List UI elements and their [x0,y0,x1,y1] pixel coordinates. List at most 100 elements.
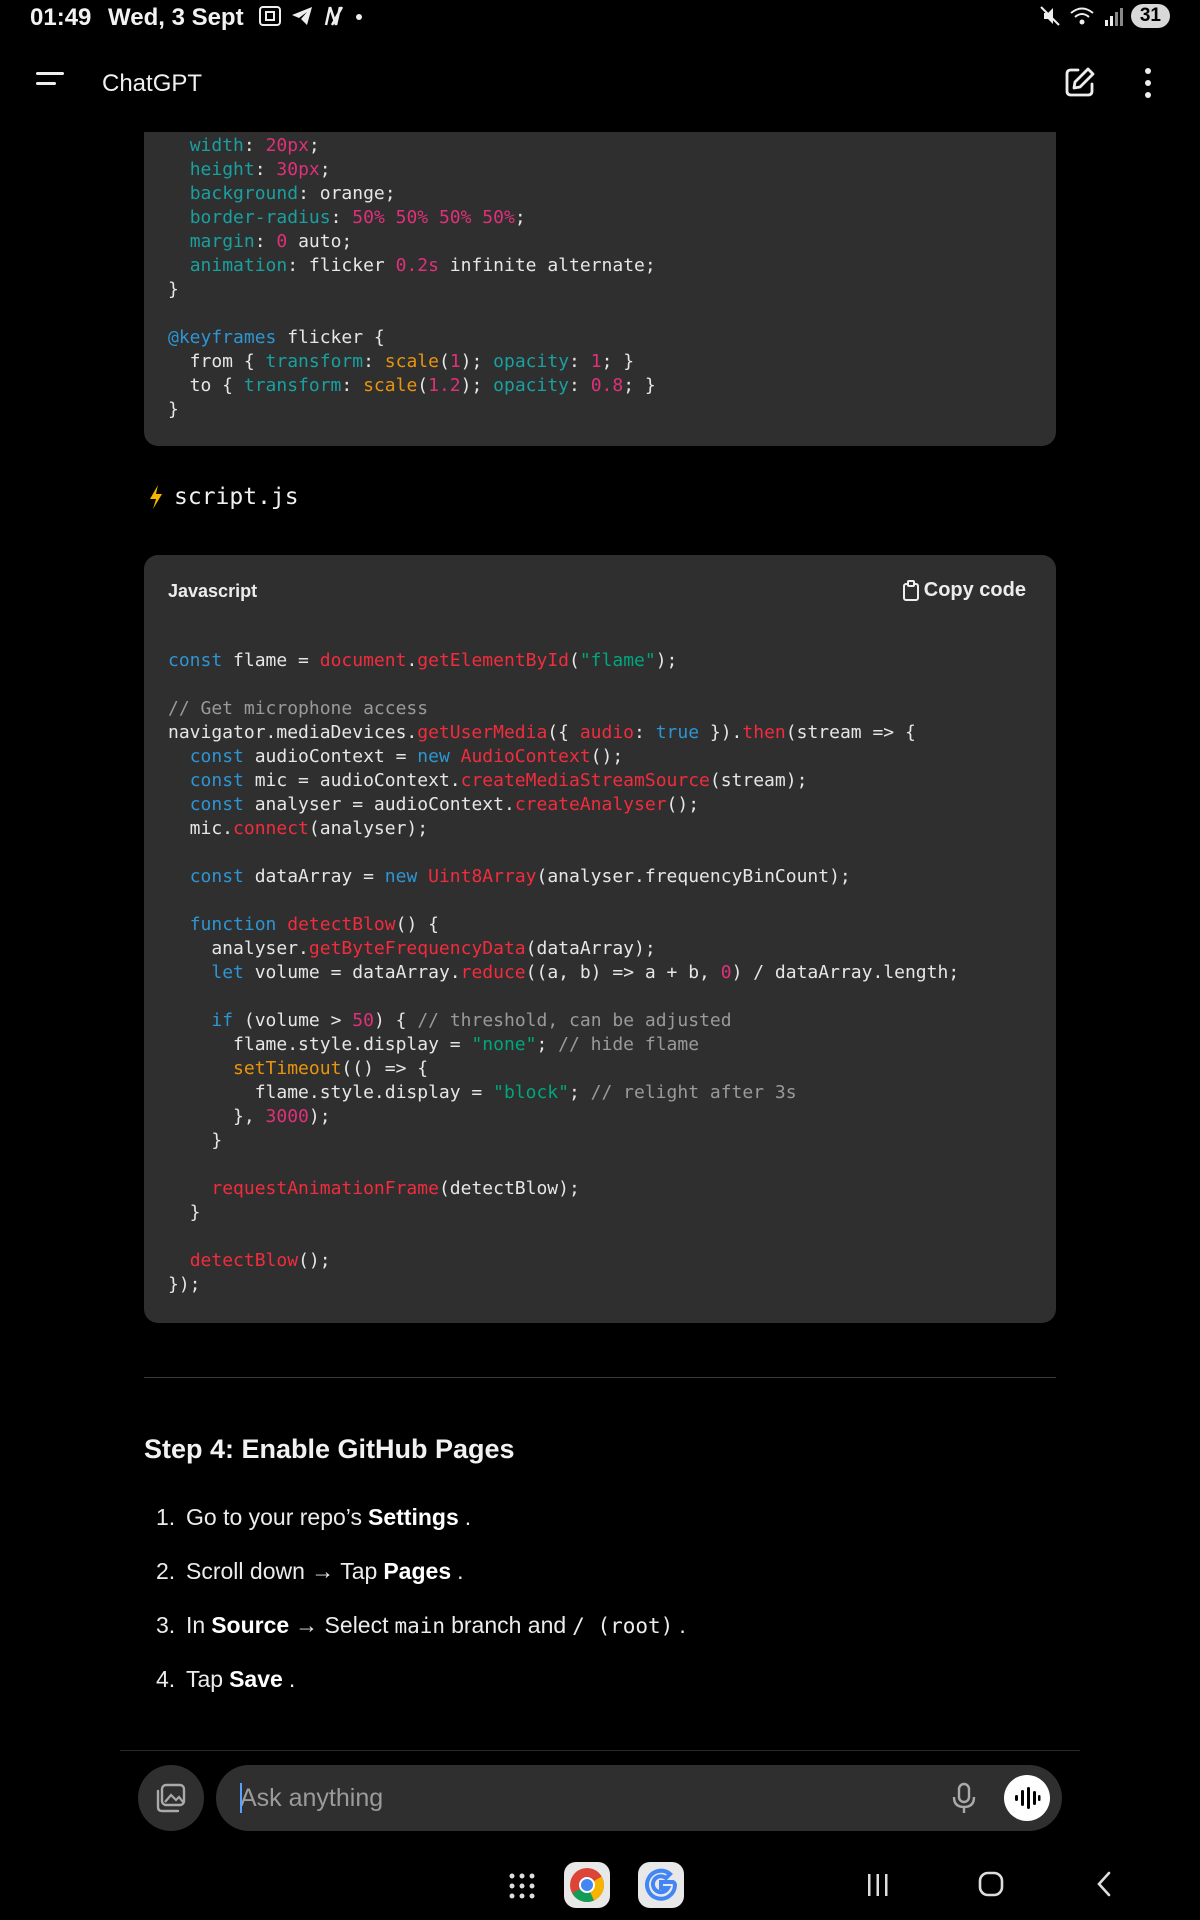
step-heading: Step 4: Enable GitHub Pages [144,1434,515,1464]
code-token: // threshold, can be adjusted [417,1010,732,1031]
code-token: mic = audioContext. [243,770,461,791]
message-composer[interactable] [216,1765,1062,1831]
code-token: ); [460,351,494,372]
code-token: border-radius [189,207,331,228]
text-cursor [240,1783,242,1813]
code-token: (); [666,794,700,815]
code-token: dataArray = [243,866,385,887]
code-token: flame.style.display = [168,1082,494,1103]
attach-image-button[interactable] [138,1765,204,1831]
code-token: analyser = audioContext. [243,794,515,815]
code-token: @keyframes [168,327,277,348]
mic-icon[interactable] [946,1780,982,1816]
code-token: animation [189,255,288,276]
code-token: : orange; [298,183,396,204]
code-token: . [406,650,418,671]
code-token: (detectBlow); [438,1178,580,1199]
code-token: 1.2 [428,375,461,396]
code-token: to { [168,375,244,396]
item-text: Tap [186,1666,224,1692]
code-token: AudioContext [460,746,591,767]
screenshot-icon [259,6,281,26]
app-n-icon [324,6,344,26]
code-token: }, [168,1106,266,1127]
code-token: 30px [276,159,320,180]
code-token: (analyser); [308,818,429,839]
code-token: const [168,650,223,671]
navigation-bar [0,1848,1200,1920]
signal-icon [1104,8,1123,26]
menu-icon[interactable] [36,70,66,96]
item-text: In [186,1612,206,1638]
recents-icon[interactable] [865,1872,891,1898]
battery-indicator: 31 [1130,4,1170,28]
code-token: const [189,794,244,815]
steps-list: 1. Go to your repo’s Settings . 2. Scrol… [156,1504,686,1720]
code-token: getElementById [417,650,569,671]
code-token: } [168,399,179,420]
code-token: "none" [471,1034,537,1055]
voice-mode-icon [1015,1787,1041,1809]
copy-code-button[interactable]: Copy code [902,579,1026,602]
code-token: new [417,746,450,767]
file-name: script.js [174,484,299,510]
code-token: // Get microphone access [168,698,429,719]
list-number: 2. [156,1558,176,1584]
new-chat-icon[interactable] [1063,65,1097,99]
code-token: audio [579,722,634,743]
file-heading: script.js [148,484,299,510]
apps-grid-icon[interactable] [508,1872,536,1900]
code-token: ; [536,1034,559,1055]
code-token: const [189,866,244,887]
google-app-button[interactable] [638,1862,684,1908]
back-icon[interactable] [1094,1870,1114,1898]
item-bold: Pages [383,1558,452,1584]
code-token: then [742,722,786,743]
code-token: 1 [449,351,461,372]
code-token: document [319,650,407,671]
message-input[interactable] [240,1777,880,1819]
code-token: ; [308,135,320,156]
code-token: 3000 [265,1106,309,1127]
code-token: scale [384,351,439,372]
code-token: flicker { [276,327,385,348]
code-token: ); [460,375,494,396]
code-token: } [168,1130,223,1151]
code-token: 0 [720,962,732,983]
code-token: 50% 50% 50% 50% [352,207,515,228]
status-time: 01:49 [30,4,92,31]
code-token: 0.8 [590,375,624,396]
code-token: auto; [287,231,353,252]
voice-mode-button[interactable] [1004,1775,1050,1821]
code-token: if [211,1010,234,1031]
code-token: : [569,375,591,396]
code-token: ) { [373,1010,418,1031]
item-text: . [457,1558,464,1584]
code-token: }). [699,722,743,743]
item-bold: Source [211,1612,290,1638]
home-icon[interactable] [977,1870,1005,1898]
code-token: createMediaStreamSource [460,770,710,791]
code-token: "flame" [579,650,656,671]
code-token: detectBlow [287,914,396,935]
code-token: createAnalyser [514,794,667,815]
chrome-app-button[interactable] [564,1862,610,1908]
composer-divider [120,1750,1080,1751]
code-token: 0 [276,231,288,252]
code-token: flame.style.display = [168,1034,472,1055]
app-title: ChatGPT [102,70,203,97]
code-token: let [211,962,244,983]
code-token: () { [395,914,439,935]
more-vert-icon[interactable] [1136,65,1160,101]
item-text: . [464,1504,472,1530]
